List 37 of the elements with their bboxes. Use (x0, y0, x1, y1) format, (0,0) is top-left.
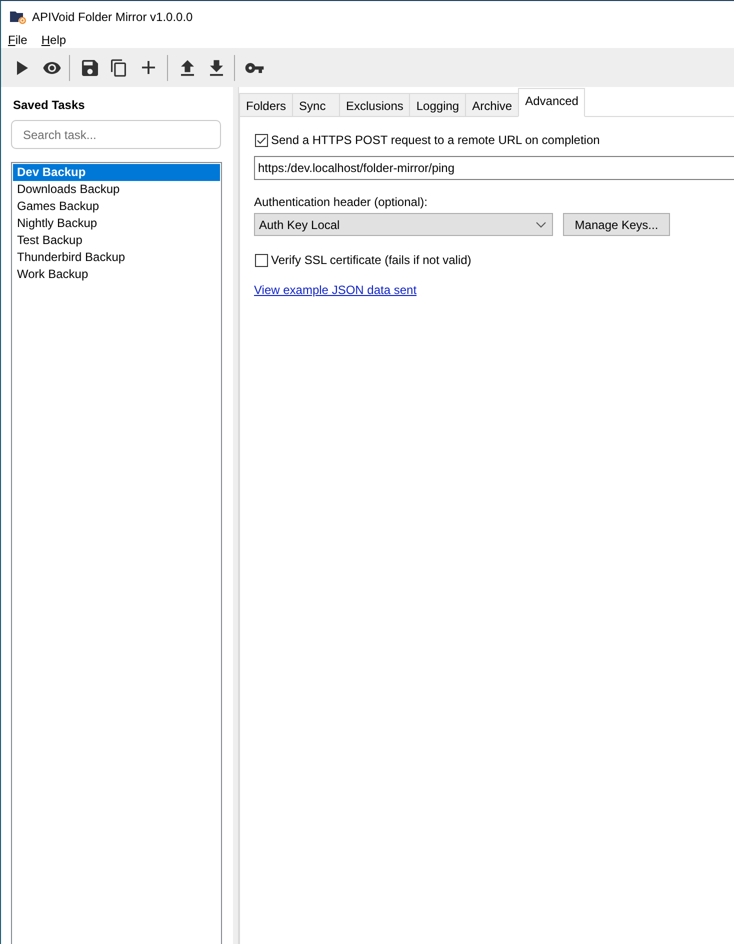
key-icon (245, 62, 264, 72)
window-title: APIVoid Folder Mirror v1.0.0.0 (32, 10, 193, 24)
auth-key-dropdown[interactable]: Auth Key Local (254, 213, 553, 236)
tab[interactable]: Exclusions (339, 93, 410, 117)
upload-icon (181, 60, 194, 76)
play-icon (17, 60, 28, 74)
checkbox-label[interactable]: Verify SSL certificate (fails if not valid) (271, 253, 472, 267)
menu-item[interactable]: File (1, 32, 34, 48)
field-label: Authentication header (optional): (254, 195, 428, 209)
task-list-item[interactable]: Nightly Backup (13, 215, 220, 232)
tab[interactable]: Folders (239, 93, 294, 117)
copy-icon (111, 58, 126, 76)
checkbox-label[interactable]: Send a HTTPS POST request to a remote URL on completion (271, 133, 600, 147)
sidebar-heading: Saved Tasks (12, 98, 86, 112)
tab[interactable]: Advanced (518, 88, 586, 117)
save-icon (82, 60, 98, 76)
task-list-item[interactable]: Test Backup (13, 232, 220, 249)
checkbox[interactable] (255, 254, 268, 266)
example-json-link[interactable]: View example JSON data sent (254, 283, 417, 297)
tab[interactable]: Sync (292, 93, 340, 117)
tab[interactable]: Logging (409, 93, 466, 117)
task-list-item[interactable]: Games Backup (13, 198, 220, 215)
folder-icon (10, 10, 26, 24)
search-field[interactable]: Search task... (11, 120, 221, 149)
checkbox[interactable] (255, 134, 268, 146)
download-icon (210, 60, 223, 76)
tab[interactable]: Archive (465, 93, 520, 117)
chevron-down-icon (536, 222, 546, 228)
task-list-item[interactable]: Work Backup (13, 266, 220, 283)
plus-icon (142, 61, 155, 74)
task-list-item[interactable]: Thunderbird Backup (13, 249, 220, 266)
task-list-item[interactable]: Dev Backup (13, 164, 220, 181)
task-list-item[interactable]: Downloads Backup (13, 181, 220, 198)
manage-keys-button[interactable]: Manage Keys... (563, 213, 670, 236)
eye-icon (42, 62, 60, 74)
url-field[interactable]: https:/dev.localhost/folder-mirror/ping (254, 156, 734, 180)
menu-item[interactable]: Help (34, 32, 74, 48)
